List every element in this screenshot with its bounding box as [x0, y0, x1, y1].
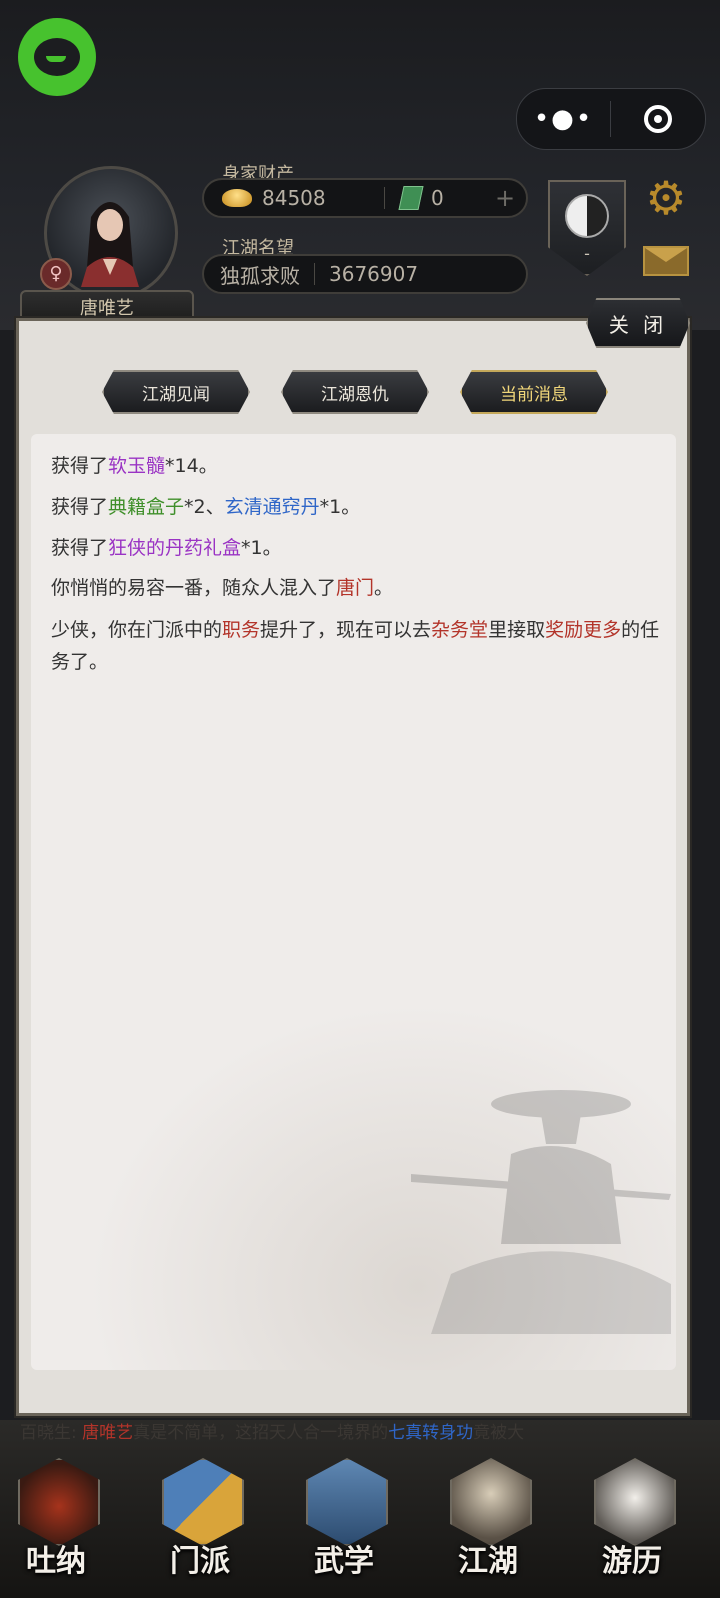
message-text: 里接取 — [488, 619, 546, 641]
martial-book-icon — [306, 1458, 388, 1546]
nav-label: 门派 — [170, 1544, 230, 1579]
nav-wuxue[interactable]: 武学 — [294, 1450, 394, 1580]
marquee-prefix: 百晓生: — [20, 1423, 83, 1443]
reputation-divider — [314, 263, 315, 285]
marquee-suffix: 竟被大 — [473, 1423, 525, 1443]
message-text: 提升了，现在可以去 — [260, 619, 432, 641]
taiji-icon — [565, 194, 609, 238]
marquee-player-name: 唐唯艺 — [82, 1423, 134, 1443]
wealth-divider — [384, 187, 385, 209]
reputation-title: 独孤求败 — [220, 263, 300, 288]
message-text: *1。 — [241, 537, 282, 559]
character-portrait — [81, 202, 139, 287]
message-text: 少侠，你在门派中的 — [51, 619, 223, 641]
item-highlight: 唐门 — [336, 577, 375, 599]
tab-jianghu-news[interactable]: 江湖见闻 — [102, 370, 250, 414]
sect-banner-icon — [162, 1458, 244, 1546]
mini-program-capsule: •●• — [516, 88, 706, 150]
message-text: 获得了 — [51, 537, 109, 559]
nav-label: 江湖 — [458, 1544, 518, 1579]
reputation-bar: 独孤求败 3676907 — [202, 254, 528, 294]
nav-youli[interactable]: 游历 — [582, 1450, 682, 1580]
marquee-text: 真是不简单，这招天人合一境界的 — [133, 1423, 389, 1443]
settings-gear-icon[interactable]: ⚙ — [642, 174, 690, 222]
swordsman-silhouette-decoration — [411, 1090, 671, 1334]
gourd-icon — [18, 1458, 100, 1546]
more-menu-icon[interactable]: •●• — [517, 89, 610, 149]
tab-jianghu-feud[interactable]: 江湖恩仇 — [281, 370, 429, 414]
taiji-level: - — [584, 244, 590, 263]
add-currency-icon[interactable]: + — [495, 184, 515, 212]
jade-ticket-icon — [398, 186, 424, 210]
message-text: 。 — [374, 577, 394, 599]
message-item: 你悄悄的易容一番，随众人混入了唐门。 — [51, 572, 661, 604]
announcement-marquee: 百晓生: 唐唯艺真是不简单，这招天人合一境界的七真转身功竟被大 — [20, 1418, 690, 1446]
item-highlight: 杂务堂 — [431, 619, 489, 641]
horse-icon — [594, 1458, 676, 1546]
item-highlight: 玄清通窍丹 — [224, 496, 320, 518]
nav-label: 吐纳 — [26, 1544, 86, 1579]
message-item: 少侠，你在门派中的职务提升了，现在可以去杂务堂里接取奖励更多的任务了。 — [51, 614, 661, 678]
message-text: 你悄悄的易容一番，随众人混入了 — [51, 577, 337, 599]
message-text: 获得了 — [51, 455, 109, 477]
message-list: 获得了软玉髓*14。 获得了典籍盒子*2、玄清通窍丹*1。 获得了狂侠的丹药礼盒… — [31, 434, 676, 1370]
item-highlight: 奖励更多 — [545, 619, 622, 641]
gold-amount: 84508 — [262, 186, 326, 210]
nav-label: 武学 — [314, 1544, 374, 1579]
message-item: 获得了软玉髓*14。 — [51, 450, 661, 482]
message-item: 获得了狂侠的丹药礼盒*1。 — [51, 532, 661, 564]
close-mini-program-icon[interactable] — [611, 89, 704, 149]
item-highlight: 狂侠的丹药礼盒 — [108, 537, 242, 559]
item-highlight: 典籍盒子 — [108, 496, 185, 518]
app-logo-icon[interactable] — [18, 18, 96, 96]
message-text: 获得了 — [51, 496, 109, 518]
close-button[interactable]: 关 闭 — [586, 298, 690, 348]
nav-jianghu[interactable]: 江湖 — [438, 1450, 538, 1580]
item-highlight: 软玉髓 — [108, 455, 166, 477]
straw-hat-icon — [450, 1458, 532, 1546]
tab-current-messages[interactable]: 当前消息 — [460, 370, 608, 414]
message-item: 获得了典籍盒子*2、玄清通窍丹*1。 — [51, 491, 661, 523]
nav-menpai[interactable]: 门派 — [150, 1450, 250, 1580]
nav-label: 游历 — [602, 1544, 662, 1579]
marquee-skill: 七真转身功 — [388, 1423, 474, 1443]
gender-female-icon: ♀ — [40, 258, 72, 290]
reputation-value: 3676907 — [329, 262, 419, 286]
jade-amount: 0 — [431, 186, 444, 210]
mail-icon[interactable] — [643, 246, 689, 276]
gold-ingot-icon — [222, 189, 252, 207]
message-text: *1。 — [319, 496, 361, 518]
message-text: *14。 — [165, 455, 218, 477]
nav-tuna[interactable]: 吐纳 — [6, 1450, 106, 1580]
message-text: *2、 — [184, 496, 225, 518]
item-highlight: 职务 — [222, 619, 261, 641]
wealth-bar: 84508 0 + — [202, 178, 528, 218]
